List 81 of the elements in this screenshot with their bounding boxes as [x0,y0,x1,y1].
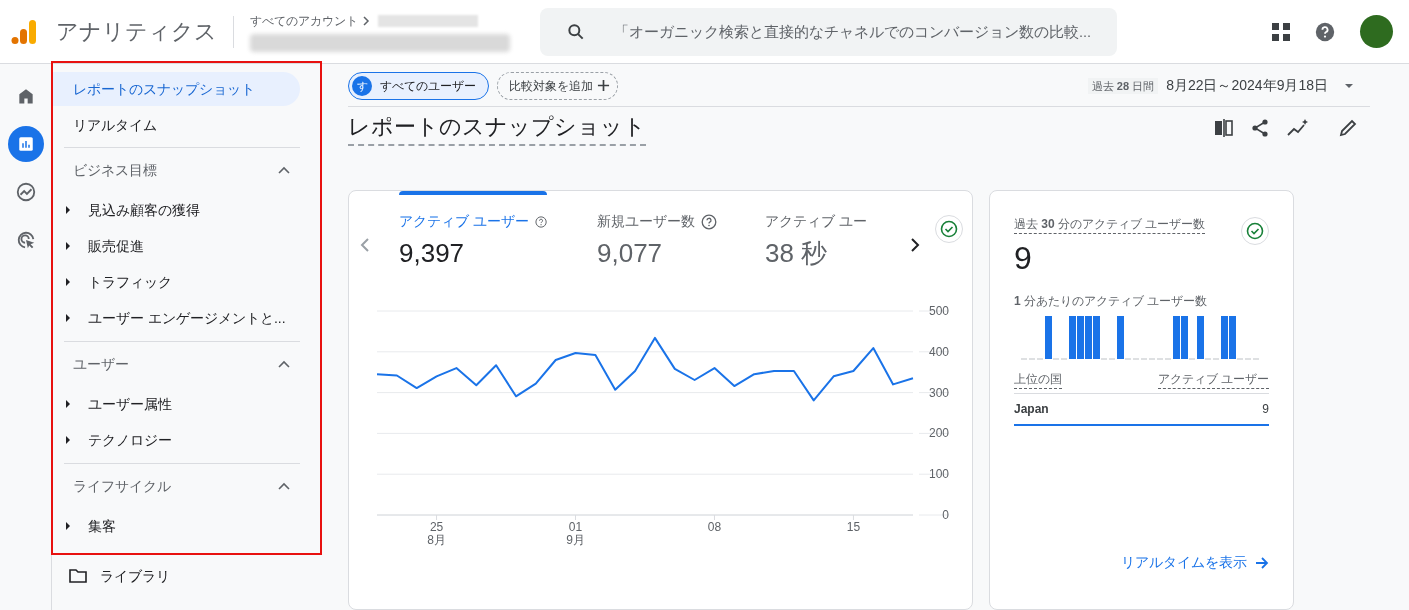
metric-value: 38 秒 [765,237,829,270]
caret-icon [65,278,71,286]
caret-icon [65,314,71,322]
avatar[interactable] [1360,15,1393,48]
trend-circle-icon [14,181,37,203]
folder-icon [69,569,87,583]
bar-chart-icon [16,135,35,153]
chevron-right-icon [362,15,370,26]
nav-item[interactable]: レポートのスナップショット [52,72,300,106]
arrow-right-icon [1255,556,1269,569]
segment-chip[interactable]: す すべてのユーザー [348,71,489,100]
caret-icon [65,400,71,408]
help-icon[interactable] [1314,20,1336,43]
metric-tab[interactable]: アクティブ ユー 38 秒 [765,191,871,279]
x-tick-label: 25 8月 [427,520,446,547]
metric-label: 新規ユーザー数 [597,212,695,231]
y-tick-label: 300 [928,385,949,400]
metric-value: 9,397 [399,237,466,270]
search-icon [566,21,586,42]
section-header[interactable]: ビジネス目標 [73,159,157,181]
library-link[interactable]: ライブラリ [100,565,170,587]
rail-button[interactable] [7,126,44,162]
plus-icon [597,79,610,93]
chevron-icon[interactable] [278,482,290,490]
user-count: 9 [1262,401,1269,418]
x-tick-label: 15 [846,520,861,534]
help-outline-icon[interactable] [701,213,717,230]
compare-columns-icon[interactable] [1214,118,1234,139]
nav-item[interactable]: 販売促進 [88,235,144,257]
column-header: 上位の国 [1014,370,1062,389]
realtime-title: 過去 30 分のアクティブ ユーザー数 [1014,215,1206,234]
metric-tab[interactable]: 新規ユーザー数 9,077 [597,191,745,279]
chevron-right-icon[interactable] [909,237,921,253]
app-title: アナリティクス [56,18,217,46]
caret-icon [65,242,71,250]
apps-grid-icon[interactable] [1272,22,1290,41]
date-range[interactable]: 8月22日～2024年9月18日 [1166,75,1328,97]
realtime-value: 9 [1014,239,1033,278]
x-tick-label: 01 9月 [566,520,585,547]
column-header: アクティブ ユーザー [1157,370,1269,389]
y-tick-label: 100 [928,467,949,482]
section-header[interactable]: ユーザー [73,353,129,375]
caret-icon [65,522,71,530]
chevron-icon[interactable] [278,166,290,174]
country-name: Japan [1014,401,1049,418]
y-tick-label: 0 [942,508,949,522]
logo-icon [11,17,37,46]
nav-item[interactable]: ユーザー エンゲージメントと... [88,307,286,329]
realtime-link[interactable]: リアルタイムを表示 [1121,552,1247,573]
metric-tab[interactable]: アクティブ ユーザー 9,397 [399,191,547,279]
segment-avatar: す [352,75,372,96]
breadcrumb-link[interactable]: すべてのアカウント [250,11,358,30]
metric-label: アクティブ ユーザー [399,212,529,231]
segment-label: すべてのユーザー [380,77,476,95]
section-header[interactable]: ライフサイクル [73,475,171,497]
chevron-left-icon[interactable] [359,237,371,253]
check-circle-icon [940,220,958,238]
chevron-icon[interactable] [278,360,290,368]
nav-item[interactable]: リアルタイム [52,108,300,142]
help-outline-icon[interactable] [534,213,547,230]
caret-icon [65,436,71,444]
check-circle-icon [1246,222,1264,240]
nav-item[interactable]: 集客 [88,515,116,537]
y-tick-label: 400 [928,344,949,359]
nav-item[interactable]: 見込み顧客の獲得 [88,199,200,221]
edit-icon[interactable] [1338,118,1358,139]
share-icon[interactable] [1250,118,1270,139]
search-field[interactable]: 「オーガニック検索と直接的なチャネルでのコンバージョン数の比較... [540,7,1117,56]
metric-value: 9,077 [597,237,664,270]
page-title: レポートのスナップショット [348,112,646,147]
per-minute-label: 1 分あたりのアクティブ ユーザー数 [1014,293,1209,310]
period-label: 過去 28 日間 [1087,77,1159,95]
nav-item[interactable]: テクノロジー [88,429,172,451]
y-tick-label: 200 [928,426,949,441]
y-tick-label: 500 [928,304,949,318]
caret-icon [65,206,71,214]
nav-item[interactable]: トラフィック [88,271,172,293]
metric-label: アクティブ ユー [765,212,867,231]
nav-item[interactable]: ユーザー属性 [88,393,172,415]
x-tick-label: 08 [707,520,722,534]
dropdown-icon[interactable] [1344,82,1354,89]
